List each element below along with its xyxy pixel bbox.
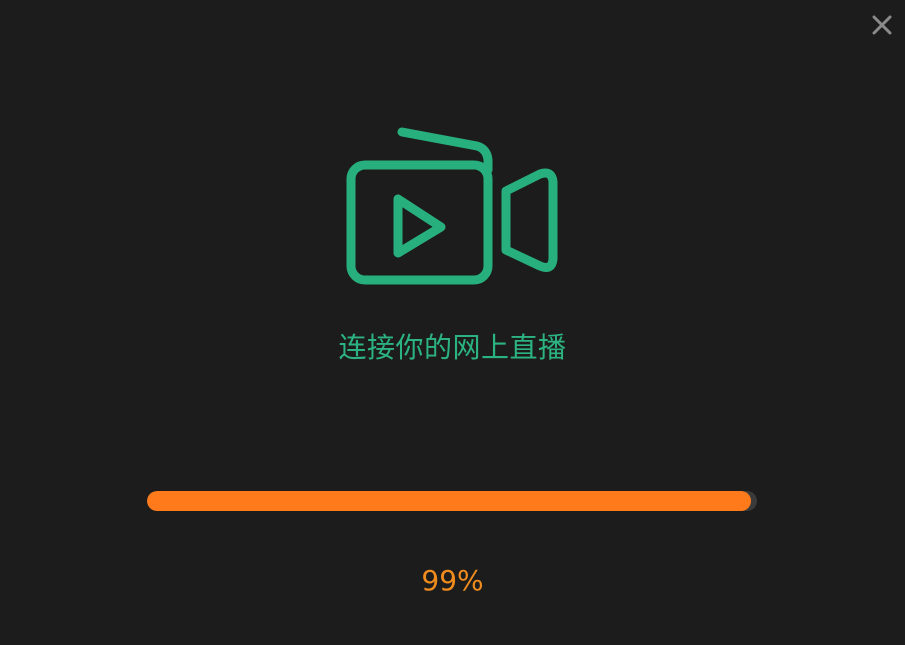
app-logo <box>340 122 566 292</box>
video-camera-play-icon <box>346 127 558 285</box>
close-icon <box>872 15 892 35</box>
progress-percent: 99% <box>421 564 484 597</box>
loading-window: 连接你的网上直播 99% <box>0 0 905 645</box>
progress-fill <box>147 491 751 511</box>
close-button[interactable] <box>869 12 895 38</box>
progress-bar <box>147 491 757 511</box>
page-title: 连接你的网上直播 <box>338 331 567 364</box>
